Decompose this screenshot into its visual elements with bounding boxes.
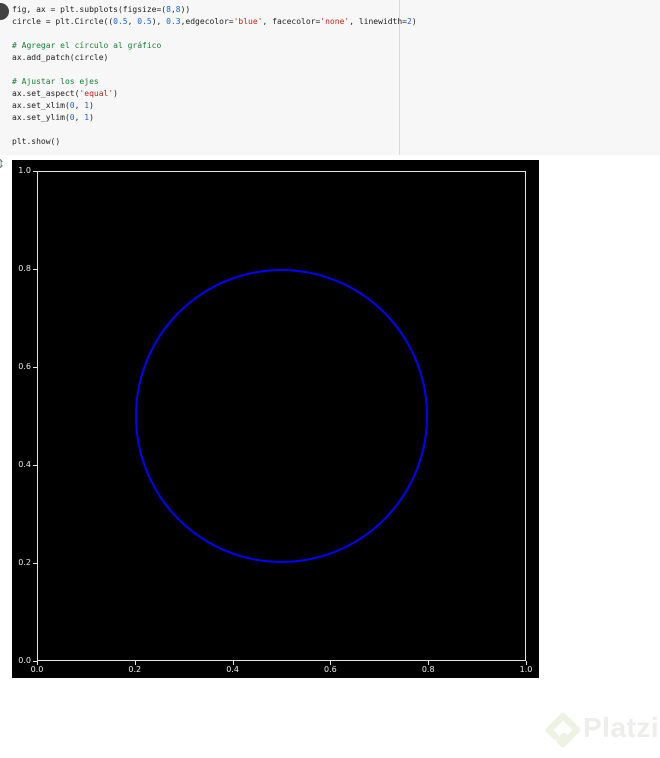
code-line: # Agregar el círculo al gráfico (12, 41, 162, 50)
code-line: # Ajustar los ejes (12, 77, 99, 86)
code-line: plt.show() (12, 137, 61, 146)
y-tick-label: 0.2 (18, 558, 31, 567)
x-tick-label: 1.0 (519, 665, 533, 674)
y-tick-mark (33, 465, 37, 466)
notebook-page: fig, ax = plt.subplots(figsize=(8,8)) cir… (0, 0, 660, 758)
x-tick-label: 0.4 (226, 665, 239, 674)
x-tick-label: 0.0 (30, 665, 44, 674)
x-tick-label: 0.8 (421, 665, 435, 674)
code-line: ax.set_ylim(0, 1) (12, 113, 94, 122)
y-tick-label: 0.0 (18, 656, 31, 665)
y-tick-mark (33, 661, 37, 662)
platzi-watermark: Platzi (541, 706, 660, 754)
plot-output-image: 0.0 0.2 0.4 0.6 0.8 1.0 0.0 0.2 0.4 0.6 0.8 1.0 (12, 160, 539, 678)
y-tick-label: 0.8 (18, 264, 31, 273)
y-tick-label: 0.6 (18, 362, 31, 371)
platzi-logo-icon (545, 712, 581, 748)
y-tick-mark (33, 171, 37, 172)
code-line: ax.set_xlim(0, 1) (12, 101, 94, 110)
y-tick-mark (33, 563, 37, 564)
platzi-wordmark: Platzi (583, 712, 660, 743)
code-line: fig, ax = plt.subplots(figsize=(8,8)) (12, 5, 191, 14)
x-tick-label: 0.6 (324, 665, 337, 674)
run-cell-button[interactable] (0, 3, 9, 20)
y-tick-label: 0.4 (18, 460, 31, 469)
code-line: ax.set_aspect('equal') (12, 89, 118, 98)
y-tick-mark (33, 269, 37, 270)
y-tick-label: 1.0 (18, 166, 31, 175)
y-tick-mark (33, 367, 37, 368)
code-line: circle = plt.Circle((0.5, 0.5), 0.3,edge… (12, 17, 417, 26)
code-editor[interactable]: fig, ax = plt.subplots(figsize=(8,8)) cir… (12, 4, 642, 148)
x-tick-label: 0.2 (128, 665, 142, 674)
code-cell: fig, ax = plt.subplots(figsize=(8,8)) cir… (0, 0, 660, 155)
output-resize-icon[interactable]: ⇕ (0, 156, 9, 172)
circle-patch (134, 269, 429, 563)
code-line: ax.add_patch(circle) (12, 53, 109, 62)
